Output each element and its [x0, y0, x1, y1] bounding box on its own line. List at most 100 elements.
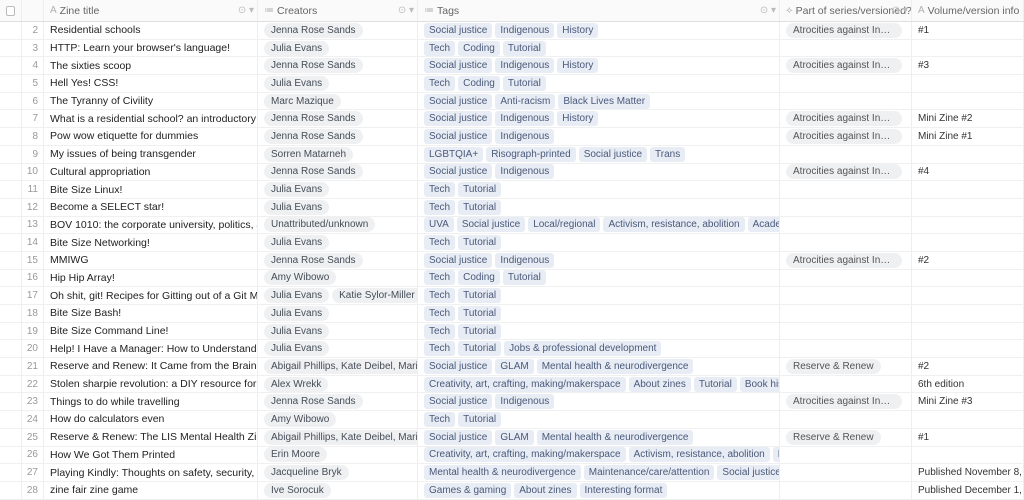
tag-pill[interactable]: Activism, resistance, abolition	[603, 217, 744, 232]
tag-pill[interactable]: Social justice	[579, 147, 647, 162]
title-cell[interactable]: Bite Size Networking!	[44, 234, 258, 251]
table-row[interactable]: 3HTTP: Learn your browser's language!Jul…	[0, 40, 1024, 58]
table-row[interactable]: 8Pow wow etiquette for dummiesJenna Rose…	[0, 128, 1024, 146]
tag-pill[interactable]: Book history	[740, 377, 780, 392]
creator-pill[interactable]: Katie Sylor-Miller	[332, 288, 418, 303]
creator-pill[interactable]: Amy Wibowo	[264, 270, 336, 285]
column-menu-icon[interactable]: ⊙ ▾	[238, 5, 254, 16]
tag-pill[interactable]: Creativity, art, crafting, making/makers…	[424, 377, 626, 392]
volume-cell[interactable]: Mini Zine #3	[912, 393, 1024, 410]
row-checkbox-cell[interactable]	[0, 270, 22, 287]
volume-cell[interactable]: #3	[912, 57, 1024, 74]
tag-pill[interactable]: Anti-racism	[495, 94, 555, 109]
table-row[interactable]: 25Reserve & Renew: The LIS Mental Health…	[0, 429, 1024, 447]
tag-pill[interactable]: Social justice	[424, 94, 492, 109]
volume-cell[interactable]: 6th edition	[912, 376, 1024, 393]
column-menu-icon[interactable]: ⊙ ▾	[398, 5, 414, 16]
tag-pill[interactable]: Tutorial	[458, 412, 501, 427]
table-row[interactable]: 12Become a SELECT star!Julia EvansTechTu…	[0, 199, 1024, 217]
table-row[interactable]: 20Help! I Have a Manager: How to Underst…	[0, 340, 1024, 358]
volume-cell[interactable]	[912, 75, 1024, 92]
volume-cell[interactable]	[912, 93, 1024, 110]
volume-cell[interactable]	[912, 287, 1024, 304]
tag-pill[interactable]: Tech	[424, 76, 455, 91]
creator-pill[interactable]: Unattributed/unknown	[264, 217, 375, 232]
volume-cell[interactable]	[912, 305, 1024, 322]
row-checkbox-cell[interactable]	[0, 22, 22, 39]
creators-cell[interactable]: Julia Evans	[258, 181, 418, 198]
tags-cell[interactable]: TechTutorial	[418, 411, 780, 428]
creator-pill[interactable]: Alex Wrekk	[264, 377, 328, 392]
title-cell[interactable]: Reserve & Renew: The LIS Mental Health Z…	[44, 429, 258, 446]
tags-cell[interactable]: Social justiceIndigenousHistory	[418, 110, 780, 127]
tag-pill[interactable]: Tech	[424, 41, 455, 56]
table-row[interactable]: 16Hip Hip Array!Amy WibowoTechCodingTuto…	[0, 270, 1024, 288]
row-checkbox-cell[interactable]	[0, 40, 22, 57]
volume-cell[interactable]: #1	[912, 429, 1024, 446]
title-cell[interactable]: Stolen sharpie revolution: a DIY resourc…	[44, 376, 258, 393]
series-cell[interactable]: Reserve & Renew	[780, 358, 912, 375]
creators-cell[interactable]: Julia Evans	[258, 340, 418, 357]
series-pill[interactable]: Atrocities against Indigenous Canadia	[786, 129, 902, 144]
creators-cell[interactable]: Julia Evans	[258, 40, 418, 57]
tag-pill[interactable]: Indigenous	[495, 129, 554, 144]
tags-cell[interactable]: Social justiceGLAMMental health & neurod…	[418, 429, 780, 446]
header-creators[interactable]: ≔ Creators ⊙ ▾	[258, 0, 418, 21]
series-cell[interactable]	[780, 75, 912, 92]
tag-pill[interactable]: Indigenous	[495, 394, 554, 409]
volume-cell[interactable]	[912, 234, 1024, 251]
series-cell[interactable]	[780, 234, 912, 251]
tag-pill[interactable]: Tech	[424, 288, 455, 303]
volume-cell[interactable]: #2	[912, 252, 1024, 269]
table-row[interactable]: 7What is a residential school? an introd…	[0, 110, 1024, 128]
table-row[interactable]: 21Reserve and Renew: It Came from the Br…	[0, 358, 1024, 376]
tag-pill[interactable]: Tech	[424, 270, 455, 285]
creators-cell[interactable]: Julia Evans	[258, 199, 418, 216]
row-checkbox-cell[interactable]	[0, 146, 22, 163]
tag-pill[interactable]: History	[557, 111, 598, 126]
tag-pill[interactable]: LGBTQIA+	[424, 147, 483, 162]
tag-pill[interactable]: Tutorial	[458, 288, 501, 303]
row-checkbox-cell[interactable]	[0, 464, 22, 481]
series-cell[interactable]	[780, 40, 912, 57]
table-row[interactable]: 23Things to do while travellingJenna Ros…	[0, 393, 1024, 411]
series-cell[interactable]	[780, 482, 912, 499]
volume-cell[interactable]	[912, 199, 1024, 216]
creator-pill[interactable]: Sorren Matarneh	[264, 147, 353, 162]
row-checkbox-cell[interactable]	[0, 110, 22, 127]
row-checkbox-cell[interactable]	[0, 376, 22, 393]
table-row[interactable]: 22Stolen sharpie revolution: a DIY resou…	[0, 376, 1024, 394]
creator-pill[interactable]: Julia Evans	[264, 76, 329, 91]
creator-pill[interactable]: Jenna Rose Sands	[264, 253, 363, 268]
header-tags[interactable]: ≔ Tags ⊙ ▾	[418, 0, 780, 21]
tag-pill[interactable]: Mental health & neurodivergence	[537, 359, 694, 374]
creator-pill[interactable]: Abigail Phillips, Kate Deibel, Marisol M…	[264, 430, 418, 445]
table-row[interactable]: 10Cultural appropriationJenna Rose Sands…	[0, 164, 1024, 182]
tag-pill[interactable]: Feminist	[773, 447, 780, 462]
tags-cell[interactable]: Games & gamingAbout zinesInteresting for…	[418, 482, 780, 499]
tags-cell[interactable]: Social justiceAnti-racismBlack Lives Mat…	[418, 93, 780, 110]
row-checkbox-cell[interactable]	[0, 128, 22, 145]
series-cell[interactable]	[780, 376, 912, 393]
row-checkbox-cell[interactable]	[0, 75, 22, 92]
tag-pill[interactable]: Social justice	[424, 253, 492, 268]
table-row[interactable]: 14Bite Size Networking!Julia EvansTechTu…	[0, 234, 1024, 252]
title-cell[interactable]: HTTP: Learn your browser's language!	[44, 40, 258, 57]
creators-cell[interactable]: Jenna Rose Sands	[258, 393, 418, 410]
tag-pill[interactable]: Tutorial	[503, 76, 546, 91]
volume-cell[interactable]	[912, 146, 1024, 163]
creators-cell[interactable]: Erin Moore	[258, 447, 418, 464]
title-cell[interactable]: Become a SELECT star!	[44, 199, 258, 216]
creators-cell[interactable]: Ive Sorocuk	[258, 482, 418, 499]
tags-cell[interactable]: TechCodingTutorial	[418, 40, 780, 57]
series-cell[interactable]	[780, 340, 912, 357]
title-cell[interactable]: Playing Kindly: Thoughts on safety, secu…	[44, 464, 258, 481]
tag-pill[interactable]: Tutorial	[458, 200, 501, 215]
tag-pill[interactable]: Social justice	[457, 217, 525, 232]
column-menu-icon[interactable]: ⊙ ▾	[760, 5, 776, 16]
tag-pill[interactable]: Activism, resistance, abolition	[629, 447, 770, 462]
creators-cell[interactable]: Alex Wrekk	[258, 376, 418, 393]
series-cell[interactable]	[780, 217, 912, 234]
tag-pill[interactable]: Tech	[424, 306, 455, 321]
tags-cell[interactable]: UVASocial justiceLocal/regionalActivism,…	[418, 217, 780, 234]
